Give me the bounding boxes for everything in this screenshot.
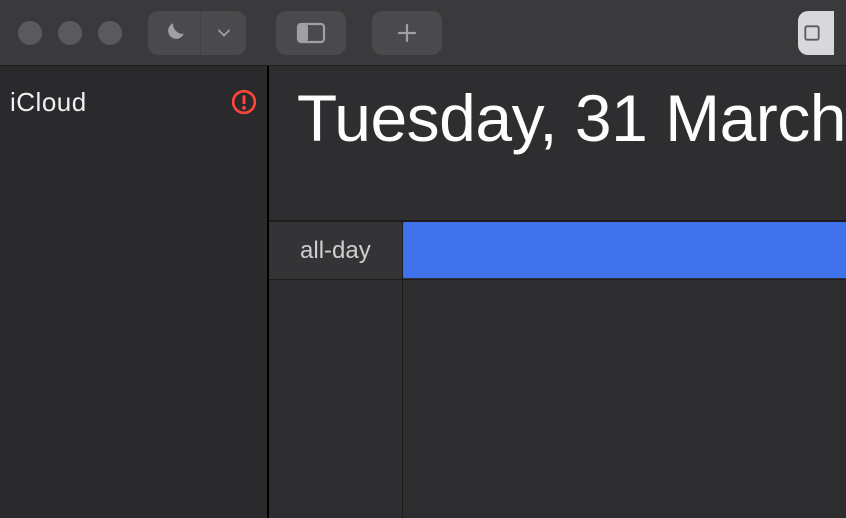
window-toolbar [0, 0, 846, 66]
toggle-sidebar-button[interactable] [276, 11, 346, 55]
minimize-window-button[interactable] [58, 21, 82, 45]
all-day-label: all-day [300, 237, 371, 265]
chevron-down-icon [214, 23, 234, 43]
fullscreen-window-button[interactable] [98, 21, 122, 45]
sync-error-icon[interactable] [231, 89, 257, 115]
sidebar-section-title: iCloud [10, 87, 87, 118]
add-event-button[interactable] [372, 11, 442, 55]
moon-icon [161, 20, 187, 46]
view-icon [802, 21, 822, 45]
time-grid[interactable] [403, 280, 846, 518]
all-day-events-cell[interactable] [403, 222, 846, 279]
sidebar-section-icloud[interactable]: iCloud [10, 82, 257, 122]
all-day-row: all-day [269, 222, 846, 280]
do-not-disturb-toggle[interactable] [148, 11, 200, 55]
calendar-list-sidebar: iCloud [0, 66, 269, 518]
view-switcher-partial[interactable] [798, 11, 834, 55]
date-header: Tuesday, 31 March [269, 66, 846, 222]
availability-dropdown-button[interactable] [200, 11, 246, 55]
all-day-label-cell: all-day [269, 222, 403, 279]
traffic-lights [18, 21, 122, 45]
all-day-event-block[interactable] [403, 222, 846, 278]
day-view: Tuesday, 31 March all-day [269, 66, 846, 518]
plus-icon [395, 21, 419, 45]
current-date-title: Tuesday, 31 March [297, 80, 846, 156]
close-window-button[interactable] [18, 21, 42, 45]
time-gutter [269, 280, 403, 518]
availability-segmented-control [148, 11, 246, 55]
timeline[interactable] [269, 280, 846, 518]
sidebar-panel-icon [296, 21, 326, 45]
